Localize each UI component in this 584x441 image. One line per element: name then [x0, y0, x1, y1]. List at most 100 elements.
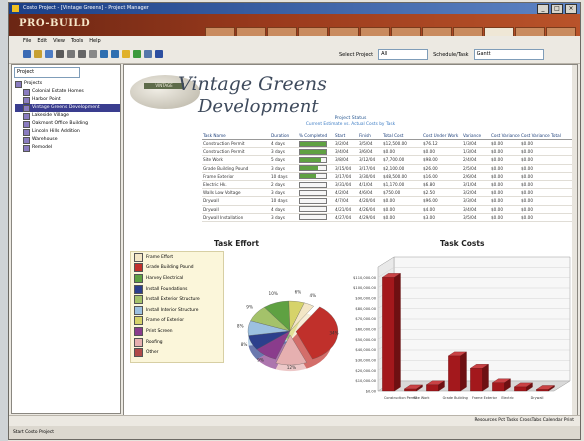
open-icon[interactable]	[34, 50, 42, 58]
column-header[interactable]: Variance	[462, 131, 490, 140]
type-filter-select[interactable]: Gantt	[473, 49, 544, 60]
table-row[interactable]: Construction Permit 3 days 3/4/04 3/6/04 $0.…	[202, 147, 574, 157]
cell-duration: 10 days	[270, 172, 298, 181]
column-header[interactable]: Finish	[358, 131, 382, 140]
tree-item[interactable]: Warehouse	[15, 136, 120, 144]
vertical-scrollbar[interactable]	[572, 65, 577, 415]
save-icon[interactable]	[45, 50, 53, 58]
tree-item-label: Harbor Point	[32, 97, 61, 102]
table-row[interactable]: Walls Low Voltage 3 days 4/2/04 4/6/04 $750.…	[202, 188, 574, 198]
legend-swatch	[134, 284, 143, 294]
legend-swatch	[134, 273, 143, 283]
tree-item[interactable]: Harbor Point	[15, 96, 120, 104]
column-header[interactable]: % Completed	[298, 131, 334, 140]
cell-duration: 2 days	[270, 180, 298, 190]
legend-label: Install Interior Structure	[146, 307, 199, 313]
pie-slice-label: 9%	[257, 358, 264, 363]
legend-swatch	[134, 295, 143, 305]
cell-var: 2/5/04	[462, 164, 490, 173]
table-row[interactable]: Grade Building Pound 3 days 3/15/04 3/17/04…	[202, 164, 574, 173]
window-controls: _ □ ×	[537, 4, 577, 14]
cell-name: Construction Permit	[202, 147, 270, 157]
cell-name: Walls Low Voltage	[202, 188, 270, 198]
legend-item: Grade Building Pound	[131, 263, 223, 274]
legend-label: Print Screen	[146, 328, 173, 334]
x-tick-label: Drywall	[531, 396, 544, 400]
pie-slice-label: 8%	[241, 342, 248, 347]
cell-cvt: $0.00	[520, 196, 574, 206]
cell-name: Drywall	[202, 196, 270, 206]
table-row[interactable]: Drywall Installation 3 days 4/27/04 4/29/04…	[202, 213, 574, 222]
tree-selector[interactable]: Project	[14, 67, 80, 78]
menu-item[interactable]: File	[23, 36, 31, 46]
table-row[interactable]: Construction Permit 4 days 3/2/04 3/5/04 $12…	[202, 139, 574, 149]
table-row[interactable]: Electric Hk. 2 days 3/31/04 4/1/04 $1,170.00…	[202, 180, 574, 190]
legend-item: Install Exterior Structure	[131, 294, 223, 305]
table-row[interactable]: Site Work 5 days 3/8/04 3/12/04 $7,700.00 $98…	[202, 155, 574, 165]
tree-item[interactable]: Remodel	[15, 144, 120, 152]
type-filter-label: Schedule/Task	[433, 51, 469, 58]
cell-name: Drywall	[202, 205, 270, 214]
forward-icon[interactable]	[111, 50, 119, 58]
legend-item: Harvey Electrical	[131, 273, 223, 284]
pie-title: Task Effort	[214, 239, 259, 248]
menu-item[interactable]: Tools	[71, 36, 83, 46]
cell-cvt: $0.00	[520, 155, 574, 165]
table-row[interactable]: Drywall 10 days 4/7/04 4/20/04 $0.00 $96.00 3/…	[202, 196, 574, 206]
print-icon[interactable]	[56, 50, 64, 58]
refresh-icon[interactable]	[133, 50, 141, 58]
cell-under: $3.00	[422, 213, 462, 222]
cell-pct	[298, 188, 334, 198]
progress-bar	[299, 189, 327, 196]
paste-icon[interactable]	[89, 50, 97, 58]
tree-item[interactable]: Projects	[15, 80, 120, 88]
cell-finish: 3/17/04	[358, 164, 382, 173]
new-icon[interactable]	[23, 50, 31, 58]
column-header[interactable]: Cost Under Work	[422, 131, 462, 140]
column-header[interactable]: Duration	[270, 131, 298, 140]
cell-cv: $0.00	[490, 196, 520, 206]
cell-duration: 4 days	[270, 139, 298, 149]
menu-item[interactable]: View	[53, 36, 65, 46]
cell-finish: 4/20/04	[358, 196, 382, 206]
toolbar-filters: Select Project All Schedule/Task Gantt	[339, 49, 544, 60]
close-button[interactable]: ×	[565, 4, 577, 14]
company-logo: VINTAGE Vintage Greens Development	[130, 71, 330, 119]
tree-item[interactable]: Lakeside Village	[15, 112, 120, 120]
minimize-button[interactable]: _	[537, 4, 549, 14]
table-row[interactable]: Frame Exterior 10 days 3/17/04 3/30/04 $48,5…	[202, 172, 574, 181]
legend-swatch	[134, 252, 143, 262]
tree-item-label: Warehouse	[32, 137, 58, 142]
pie-slice-label: 8%	[237, 323, 244, 328]
column-header[interactable]: Start	[334, 131, 358, 140]
tree-item[interactable]: Oakmont Office Building	[15, 120, 120, 128]
star-icon[interactable]	[122, 50, 130, 58]
copy-icon[interactable]	[78, 50, 86, 58]
cell-cost: $0.00	[382, 205, 422, 214]
column-header[interactable]: Task Name	[202, 131, 270, 140]
cell-duration: 5 days	[270, 155, 298, 165]
table-row[interactable]: Drywall 4 days 4/21/04 4/26/04 $0.00 $4.00 3/4…	[202, 205, 574, 214]
menu-item[interactable]: Edit	[37, 36, 47, 46]
help-icon[interactable]	[155, 50, 163, 58]
back-icon[interactable]	[100, 50, 108, 58]
home-icon[interactable]	[144, 50, 152, 58]
column-header[interactable]: Total Cost	[382, 131, 422, 140]
maximize-button[interactable]: □	[551, 4, 563, 14]
project-filter-select[interactable]: All	[378, 49, 429, 60]
bar	[536, 389, 549, 392]
tree-item[interactable]: Vintage Greens Development	[15, 104, 120, 112]
cell-cost: $2,100.00	[382, 164, 422, 173]
progress-bar	[299, 156, 327, 163]
status-right: Resources Pct Tasks CrossTabs Calendar P…	[474, 418, 574, 423]
cell-name: Site Work	[202, 155, 270, 165]
legend-swatch	[134, 348, 143, 358]
cell-finish: 3/6/04	[358, 147, 382, 157]
tree-item[interactable]: Lincoln Hills Addition	[15, 128, 120, 136]
cut-icon[interactable]	[67, 50, 75, 58]
menu-item[interactable]: Help	[89, 36, 100, 46]
brand-bar: PRO-BUILD	[9, 14, 580, 37]
column-header[interactable]: Cost Variance Total	[520, 131, 574, 140]
tree-item[interactable]: Colonial Estate Homes	[15, 88, 120, 96]
column-header[interactable]: Cost Variance	[490, 131, 520, 140]
